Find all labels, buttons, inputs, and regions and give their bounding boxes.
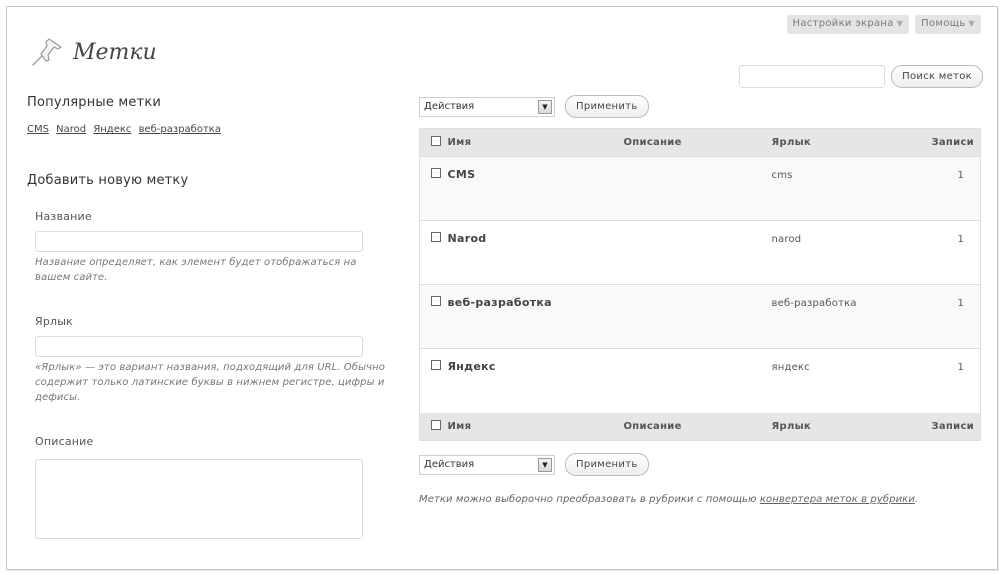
triangle-down-icon: ▼ — [896, 19, 904, 28]
select-all-cell — [419, 412, 448, 441]
tag-description — [623, 284, 772, 349]
name-label: Название — [35, 210, 92, 223]
bulk-actions-select[interactable]: Действия ▼ — [419, 454, 555, 475]
row-checkbox[interactable] — [431, 360, 441, 370]
page-header: Метки — [27, 35, 157, 69]
tag-slug: яндекс — [771, 362, 810, 373]
description-label: Описание — [35, 435, 94, 448]
row-checkbox-cell — [419, 284, 448, 349]
tag-count[interactable]: 1 — [957, 362, 964, 373]
name-field-group: Название Название определяет, как элемен… — [35, 210, 392, 285]
column-footer-slug[interactable]: Ярлык — [771, 412, 922, 441]
name-input[interactable] — [35, 231, 363, 252]
bulk-actions-value: Действия — [424, 459, 475, 470]
slug-hint: «Ярлык» — это вариант названия, подходящ… — [35, 362, 386, 403]
right-column: Действия ▼ Применить Имя Описание Ярлык … — [419, 95, 981, 507]
help-tab[interactable]: Помощь ▼ — [915, 15, 981, 34]
table-row: Narod narod 1 — [419, 220, 981, 285]
screen-meta-links: Настройки экрана ▼ Помощь ▼ — [786, 15, 981, 34]
table-row: Яндекс яндекс 1 — [419, 348, 981, 413]
column-header-count[interactable]: Записи — [921, 128, 981, 157]
tag-cloud-link[interactable]: Narod — [56, 124, 86, 135]
dropdown-arrow-icon: ▼ — [538, 457, 552, 472]
screen-options-label: Настройки экрана — [792, 18, 894, 29]
slug-field-group: Ярлык «Ярлык» — это вариант названия, по… — [35, 315, 392, 405]
add-tag-heading: Добавить новую метку — [27, 173, 189, 188]
tag-name-link[interactable]: веб-разработка — [448, 296, 552, 309]
tag-description — [623, 220, 772, 285]
tag-name-link[interactable]: CMS — [448, 168, 476, 181]
row-checkbox[interactable] — [431, 296, 441, 306]
name-hint: Название определяет, как элемент будет о… — [35, 257, 357, 283]
slug-input[interactable] — [35, 336, 363, 357]
table-header-row: Имя Описание Ярлык Записи — [419, 128, 981, 157]
row-checkbox[interactable] — [431, 232, 441, 242]
tag-slug: cms — [771, 170, 793, 181]
select-all-checkbox[interactable] — [431, 419, 441, 430]
popular-tags-heading: Популярные метки — [27, 95, 162, 110]
tag-cloud-link[interactable]: CMS — [27, 124, 49, 135]
tag-slug: веб-разработка — [771, 298, 857, 309]
row-checkbox-cell — [419, 348, 448, 413]
row-checkbox-cell — [419, 156, 448, 221]
tag-count[interactable]: 1 — [957, 170, 964, 181]
tag-converter-link[interactable]: конвертера меток в рубрики — [760, 494, 915, 505]
column-header-slug[interactable]: Ярлык — [771, 128, 922, 157]
convert-note-text: Метки можно выборочно преобразовать в ру… — [419, 494, 760, 505]
screen-options-tab[interactable]: Настройки экрана ▼ — [786, 15, 910, 34]
pushpin-icon — [32, 38, 62, 66]
search-box: Поиск меток — [739, 65, 983, 88]
apply-button[interactable]: Применить — [565, 95, 649, 118]
apply-button[interactable]: Применить — [565, 453, 649, 476]
column-header-description[interactable]: Описание — [623, 128, 772, 157]
tag-cloud-link[interactable]: Яндекс — [93, 124, 131, 135]
tag-description — [623, 156, 772, 221]
left-column: Популярные метки CMS Narod Яндекс веб-ра… — [27, 95, 392, 539]
convert-note-end: . — [914, 494, 919, 505]
app-window: Настройки экрана ▼ Помощь ▼ Метки Поиск ме… — [6, 6, 998, 570]
search-tags-button[interactable]: Поиск меток — [891, 65, 983, 88]
bulk-actions-value: Действия — [424, 101, 475, 112]
bulk-actions-bottom: Действия ▼ Применить — [419, 453, 981, 476]
tag-name-link[interactable]: Narod — [448, 232, 487, 245]
tag-cloud: CMS Narod Яндекс веб-разработка — [27, 124, 392, 135]
select-all-cell — [419, 128, 448, 157]
tag-name-link[interactable]: Яндекс — [448, 360, 496, 373]
column-footer-description[interactable]: Описание — [623, 412, 772, 441]
row-checkbox[interactable] — [431, 168, 441, 178]
page-title: Метки — [73, 39, 157, 65]
tag-slug: narod — [771, 234, 802, 245]
tags-table: Имя Описание Ярлык Записи CMS cms 1 Naro… — [419, 128, 981, 441]
dropdown-arrow-icon: ▼ — [538, 99, 552, 114]
description-field-group: Описание — [35, 435, 392, 539]
description-textarea[interactable] — [35, 459, 363, 539]
bulk-actions-select[interactable]: Действия ▼ — [419, 96, 555, 117]
column-footer-count[interactable]: Записи — [921, 412, 981, 441]
row-checkbox-cell — [419, 220, 448, 285]
tag-cloud-link[interactable]: веб-разработка — [139, 124, 221, 135]
tag-description — [623, 348, 772, 413]
search-input[interactable] — [739, 65, 886, 88]
tag-count[interactable]: 1 — [957, 298, 964, 309]
convert-note: Метки можно выборочно преобразовать в ру… — [419, 492, 981, 507]
table-row: CMS cms 1 — [419, 156, 981, 221]
triangle-down-icon: ▼ — [968, 19, 975, 28]
slug-label: Ярлык — [35, 315, 73, 328]
select-all-checkbox[interactable] — [431, 136, 441, 146]
table-row: веб-разработка веб-разработка 1 — [419, 284, 981, 349]
help-label: Помощь — [921, 18, 966, 29]
column-footer-name[interactable]: Имя — [447, 412, 624, 441]
table-footer-row: Имя Описание Ярлык Записи — [419, 412, 981, 441]
tag-count[interactable]: 1 — [957, 234, 964, 245]
column-header-name[interactable]: Имя — [447, 128, 624, 157]
bulk-actions-top: Действия ▼ Применить — [419, 95, 981, 118]
